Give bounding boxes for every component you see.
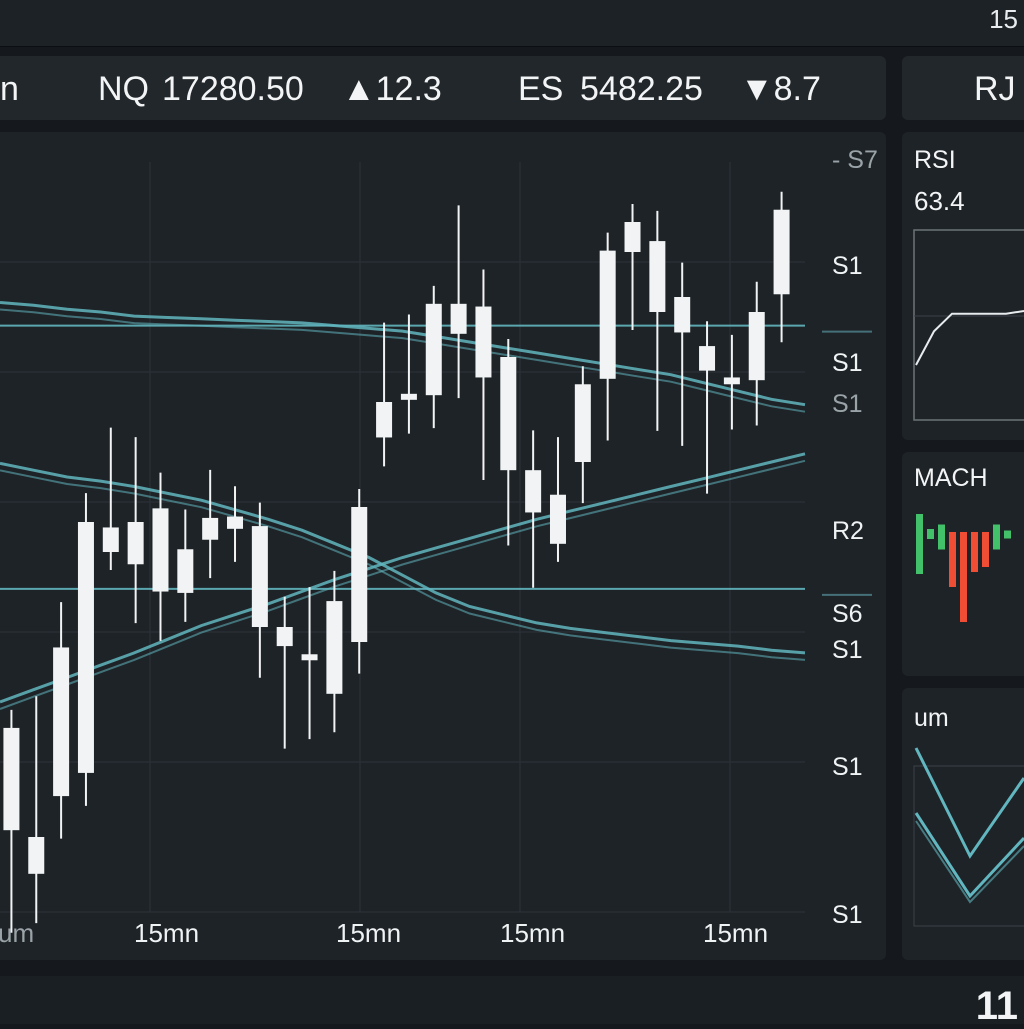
candle-body <box>624 222 641 252</box>
candle-body <box>748 312 765 381</box>
x-axis-label: 15mn <box>336 918 401 948</box>
macd-bar <box>960 532 967 622</box>
candle-body <box>376 402 393 438</box>
y-axis-label: - S7 <box>832 146 878 174</box>
candle-body <box>326 601 343 694</box>
candle-body <box>674 297 691 333</box>
third-panel[interactable]: um <box>902 688 1024 960</box>
y-axis-label: S1 <box>832 349 863 377</box>
candle-body <box>549 494 566 544</box>
bottom-bar: 11 <box>0 976 1024 1028</box>
rsi-frame <box>913 229 1024 421</box>
candle-body <box>77 522 94 773</box>
top-bar: 15 <box>0 0 1024 47</box>
es-change: ▼8.7 <box>740 70 821 108</box>
candle-body <box>599 250 616 379</box>
macd-bar <box>1004 530 1011 539</box>
candle-body <box>152 508 169 592</box>
y-axis-label: S6 <box>832 600 863 628</box>
ticker-left-fragment: n <box>0 70 19 108</box>
candle-body <box>3 727 20 831</box>
candle-body <box>400 393 417 400</box>
candle-body <box>301 654 318 661</box>
top-right-number: 15 <box>989 4 1018 34</box>
candle-body <box>127 522 144 565</box>
y-axis-label: R2 <box>832 517 864 545</box>
ticker-bar: n NQ 17280.50 ▲12.3 ES 5482.25 ▼8.7 <box>0 56 886 120</box>
candle-body <box>699 346 716 371</box>
es-price: 5482.25 <box>580 70 703 108</box>
candle-body <box>723 377 740 385</box>
y-axis-label: S1 <box>832 901 863 929</box>
main-chart-panel[interactable]: - S7 S1 S1 S1 R2 S6 S1 S1 S1 um 15mn 15mn 15mn 15mn <box>0 132 886 960</box>
candle-body <box>251 526 268 627</box>
macd-bar <box>938 524 945 550</box>
rsi-line <box>915 310 1024 366</box>
rsi-chart <box>913 229 1024 421</box>
macd-bar <box>949 532 956 587</box>
candle-body <box>177 549 194 593</box>
x-axis-label: 15mn <box>500 918 565 948</box>
candle-body <box>500 357 517 471</box>
macd-bar <box>971 532 978 572</box>
macd-bar <box>993 524 1000 550</box>
third-line-2-shadow <box>915 820 1024 904</box>
candle-body <box>525 470 542 513</box>
bottom-right-number: 11 <box>975 984 1018 1028</box>
candle-body <box>351 507 368 642</box>
candle-body <box>276 627 293 647</box>
x-axis-label: 15mn <box>703 918 768 948</box>
nq-price: 17280.50 <box>162 70 304 108</box>
third-chart <box>913 747 1024 927</box>
macd-panel[interactable]: MACH <box>902 452 1024 676</box>
candle-body <box>202 517 219 540</box>
candle-body <box>28 837 45 874</box>
candle-body <box>227 516 244 529</box>
candle-body <box>102 527 119 552</box>
ticker-right-panel: RJ <box>902 56 1024 120</box>
macd-bar <box>916 514 923 574</box>
y-axis-label: S1 <box>832 636 863 664</box>
moving-average-line-shadow <box>0 459 806 710</box>
candle-body <box>773 209 790 295</box>
rsi-panel[interactable]: RSI 63.4 <box>902 132 1024 440</box>
x-axis-label: 15mn <box>134 918 199 948</box>
nq-symbol[interactable]: NQ <box>98 70 149 109</box>
x-axis-label: um <box>0 918 34 948</box>
ticker-right-fragment: RJ <box>974 70 1016 108</box>
candle-body <box>649 241 666 312</box>
candle-body <box>475 306 492 378</box>
es-symbol[interactable]: ES <box>518 70 563 109</box>
candlestick-chart[interactable]: - S7 S1 S1 S1 R2 S6 S1 S1 S1 um 15mn 15mn 15mn 15mn <box>0 132 886 960</box>
macd-bar <box>982 532 989 567</box>
macd-bar <box>927 529 934 539</box>
macd-chart <box>916 514 1011 622</box>
y-axis-label: S1 <box>832 753 863 781</box>
candle-body <box>450 303 467 334</box>
y-axis-label: S1 <box>832 252 863 280</box>
nq-change: ▲12.3 <box>342 70 442 108</box>
candle-body <box>53 647 70 797</box>
candle-body <box>425 303 442 396</box>
candle-body <box>574 384 591 462</box>
y-axis-label: S1 <box>832 390 863 418</box>
